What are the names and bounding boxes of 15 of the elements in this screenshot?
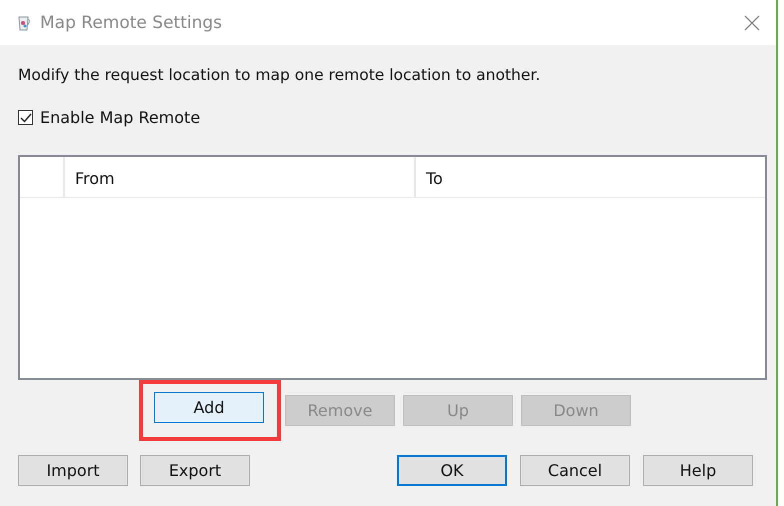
column-header[interactable]: To <box>416 157 765 197</box>
action-button[interactable]: Import <box>18 455 128 486</box>
action-button[interactable]: Cancel <box>520 455 630 486</box>
action-button[interactable]: Add <box>154 392 264 423</box>
checkmark-icon <box>20 112 32 122</box>
jug-icon <box>16 14 32 32</box>
window-title: Map Remote Settings <box>40 12 224 32</box>
action-button[interactable]: Help <box>643 455 753 486</box>
action-button[interactable]: OK <box>397 455 507 486</box>
description-text: Modify the request location to map one remote location to another. <box>18 66 542 84</box>
close-icon[interactable] <box>744 14 760 30</box>
action-button[interactable]: Export <box>140 455 250 486</box>
enable-checkbox[interactable]: Enable Map Remote <box>18 108 764 127</box>
column-header[interactable]: From <box>65 157 416 197</box>
checkbox[interactable] <box>18 110 33 125</box>
